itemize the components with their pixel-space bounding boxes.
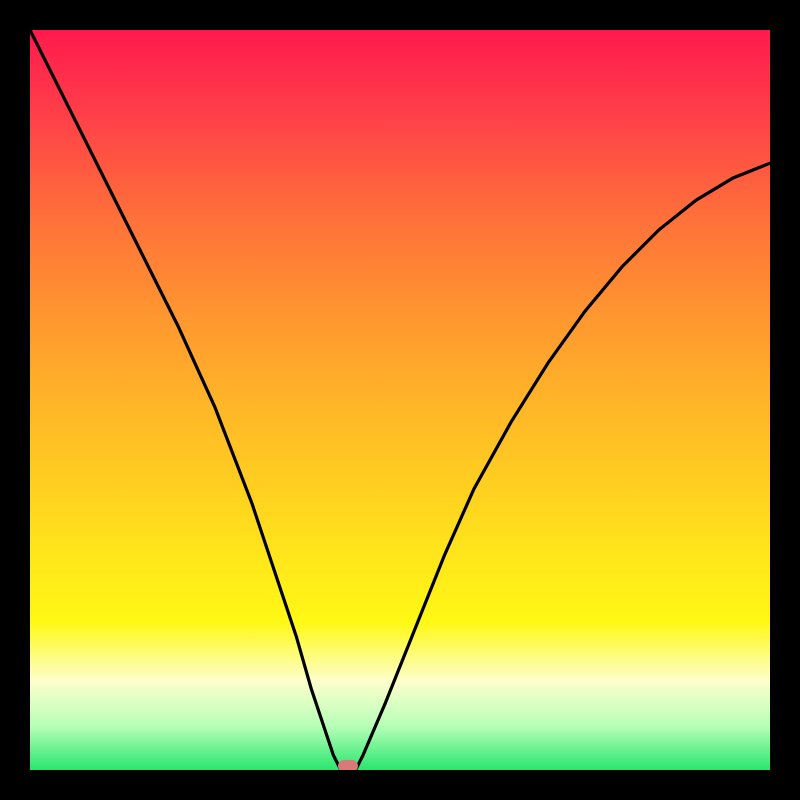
bottleneck-curve (30, 30, 770, 770)
watermark-text: TheBottleneck.com (527, 4, 770, 35)
chart-stage: TheBottleneck.com (0, 0, 800, 800)
plot-area (30, 30, 770, 770)
optimal-point-marker (338, 760, 358, 772)
